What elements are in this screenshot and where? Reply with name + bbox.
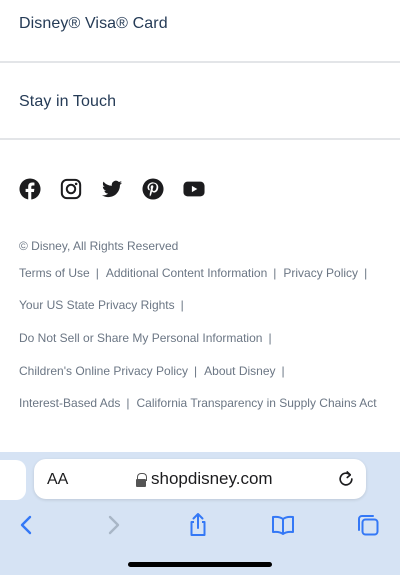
childrens-privacy-link[interactable]: Children's Online Privacy Policy: [19, 364, 188, 378]
separator: |: [95, 266, 99, 280]
separator: |: [268, 331, 272, 345]
tabs-icon[interactable]: [355, 512, 381, 538]
previous-tab-preview[interactable]: [0, 460, 26, 500]
separator: |: [273, 266, 277, 280]
browser-toolbar: AA shopdisney.com: [0, 452, 400, 575]
page-content: Disney® Visa® Card Stay in Touch © Disne…: [0, 0, 400, 452]
share-icon[interactable]: [185, 512, 211, 538]
separator: |: [194, 364, 198, 378]
divider: [0, 138, 400, 140]
forward-icon[interactable]: [100, 512, 126, 538]
legal-links-row: Terms of Use | Additional Content Informat…: [19, 266, 374, 280]
reload-icon[interactable]: [336, 469, 356, 489]
california-transparency-link[interactable]: California Transparency in Supply Chains…: [137, 396, 377, 410]
separator: |: [364, 266, 368, 280]
home-indicator: [128, 562, 272, 567]
bookmarks-icon[interactable]: [270, 512, 296, 538]
text-size-button[interactable]: AA: [47, 471, 68, 489]
do-not-sell-link[interactable]: Do Not Sell or Share My Personal Informa…: [19, 331, 262, 345]
facebook-icon[interactable]: [19, 178, 41, 200]
twitter-icon[interactable]: [101, 178, 123, 200]
address-bar[interactable]: AA shopdisney.com: [34, 459, 366, 499]
copyright-text: © Disney, All Rights Reserved: [19, 239, 179, 253]
back-icon[interactable]: [14, 512, 40, 538]
youtube-icon[interactable]: [183, 178, 205, 200]
privacy-policy-link[interactable]: Privacy Policy: [283, 266, 358, 280]
about-disney-link[interactable]: About Disney: [204, 364, 275, 378]
legal-links-row: Interest-Based Ads | California Transparen…: [19, 396, 377, 410]
legal-links-row: Children's Online Privacy Policy | About D…: [19, 364, 292, 378]
url-text[interactable]: shopdisney.com: [151, 469, 273, 489]
stay-in-touch-link[interactable]: Stay in Touch: [0, 62, 400, 139]
interest-based-ads-link[interactable]: Interest-Based Ads: [19, 396, 120, 410]
us-state-privacy-link[interactable]: Your US State Privacy Rights: [19, 298, 175, 312]
lock-icon: [136, 473, 147, 487]
separator: |: [126, 396, 130, 410]
legal-links-row: Do Not Sell or Share My Personal Informa…: [19, 331, 279, 345]
separator: |: [281, 364, 285, 378]
pinterest-icon[interactable]: [142, 178, 164, 200]
social-links: [19, 178, 224, 200]
terms-of-use-link[interactable]: Terms of Use: [19, 266, 90, 280]
additional-content-link[interactable]: Additional Content Information: [106, 266, 267, 280]
legal-links-row: Your US State Privacy Rights |: [19, 298, 191, 312]
instagram-icon[interactable]: [60, 178, 82, 200]
separator: |: [180, 298, 184, 312]
disney-visa-card-link[interactable]: Disney® Visa® Card: [0, 0, 400, 61]
